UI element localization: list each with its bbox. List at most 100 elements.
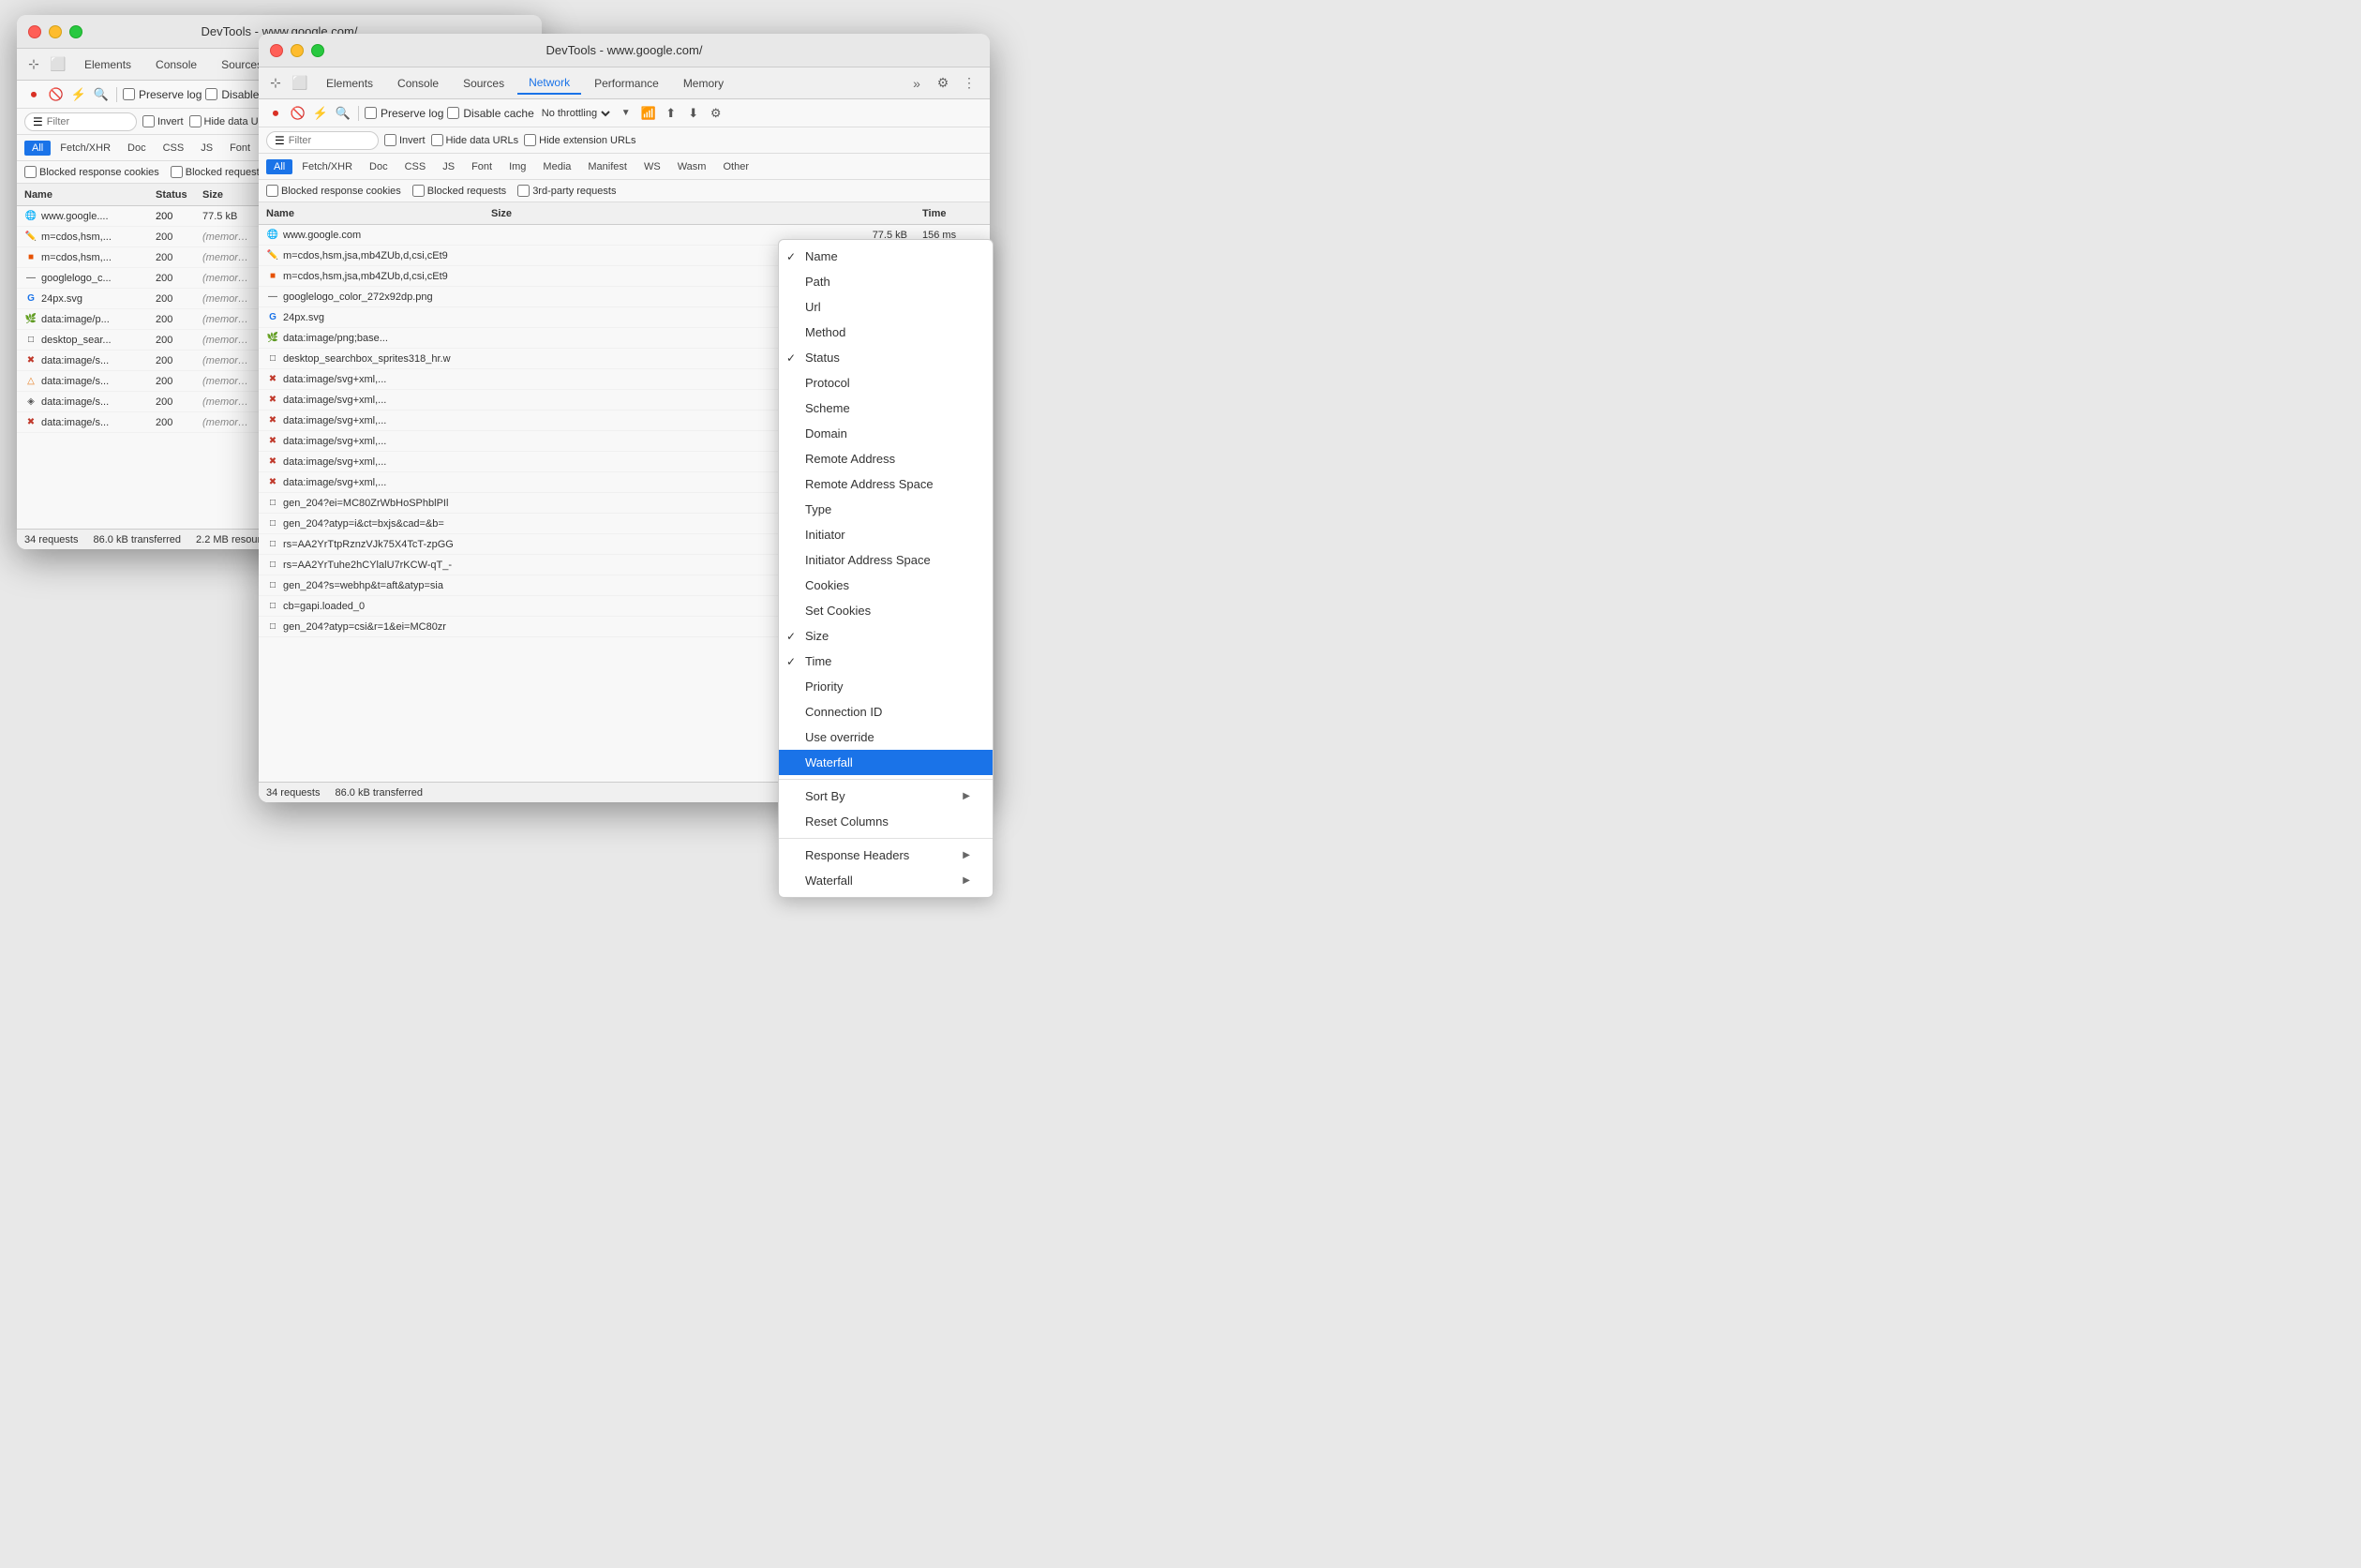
clear-button-1[interactable]: 🚫 [47, 85, 66, 104]
menu-item-name[interactable]: Name [779, 244, 993, 269]
col-header-name-2[interactable]: Name [259, 208, 484, 219]
menu-item-use-override[interactable]: Use override [779, 724, 993, 750]
tab-console-2[interactable]: Console [386, 73, 450, 94]
upload-icon[interactable]: ⬆ [662, 104, 680, 123]
third-party-2[interactable]: 3rd-party requests [517, 185, 616, 197]
pill-all-2[interactable]: All [266, 159, 292, 174]
window-controls-1[interactable] [28, 25, 82, 38]
filter-text-2[interactable] [289, 135, 364, 146]
col-header-size-1[interactable]: Size [195, 189, 261, 201]
disable-cache-checkbox-2[interactable]: Disable cache [447, 107, 533, 120]
menu-item-method[interactable]: Method [779, 320, 993, 345]
pill-font-1[interactable]: Font [222, 141, 258, 156]
minimize-button-2[interactable] [291, 44, 304, 57]
tab-memory-2[interactable]: Memory [672, 73, 735, 94]
record-button-1[interactable]: ⏺ [24, 85, 43, 104]
menu-item-waterfall[interactable]: Waterfall [779, 750, 993, 775]
pill-img-2[interactable]: Img [501, 159, 533, 174]
pill-wasm-2[interactable]: Wasm [670, 159, 714, 174]
menu-item-remote-address[interactable]: Remote Address [779, 446, 993, 471]
col-header-name-1[interactable]: Name [17, 189, 148, 201]
blocked-cookies-2[interactable]: Blocked response cookies [266, 185, 401, 197]
pill-ws-2[interactable]: WS [636, 159, 668, 174]
tab-elements-1[interactable]: Elements [73, 54, 142, 75]
pill-media-2[interactable]: Media [535, 159, 578, 174]
menu-item-scheme[interactable]: Scheme [779, 396, 993, 421]
pill-css-1[interactable]: CSS [156, 141, 192, 156]
wifi-icon[interactable]: 📶 [639, 104, 658, 123]
pill-fetch-1[interactable]: Fetch/XHR [52, 141, 118, 156]
invert-checkbox-1[interactable]: Invert [142, 115, 184, 127]
clear-button-2[interactable]: 🚫 [289, 104, 307, 123]
menu-icon[interactable]: ⋮ [960, 74, 979, 93]
pill-font-2[interactable]: Font [464, 159, 500, 174]
close-button-2[interactable] [270, 44, 283, 57]
menu-item-type[interactable]: Type [779, 497, 993, 522]
menu-item-domain[interactable]: Domain [779, 421, 993, 446]
hide-data-urls-2[interactable]: Hide data URLs [431, 134, 519, 146]
menu-item-status[interactable]: Status [779, 345, 993, 370]
device-icon-1[interactable]: ⬜ [49, 55, 67, 74]
pill-doc-2[interactable]: Doc [362, 159, 396, 174]
menu-item-size[interactable]: Size [779, 623, 993, 649]
col-header-time-2[interactable]: Time [915, 208, 990, 219]
pill-css-2[interactable]: CSS [397, 159, 434, 174]
pill-fetch-2[interactable]: Fetch/XHR [294, 159, 360, 174]
record-button-2[interactable]: ⏺ [266, 104, 285, 123]
close-button-1[interactable] [28, 25, 41, 38]
menu-item-reset-columns[interactable]: Reset Columns [779, 809, 993, 834]
menu-item-remote-address-space[interactable]: Remote Address Space [779, 471, 993, 497]
pill-js-2[interactable]: JS [435, 159, 462, 174]
maximize-button-2[interactable] [311, 44, 324, 57]
menu-item-path[interactable]: Path [779, 269, 993, 294]
menu-item-response-headers[interactable]: Response Headers [779, 843, 993, 868]
tab-console-1[interactable]: Console [144, 54, 208, 75]
menu-item-time[interactable]: Time [779, 649, 993, 674]
filter-input-1[interactable]: ☰ [24, 112, 137, 131]
preserve-log-checkbox-1[interactable]: Preserve log [123, 88, 202, 101]
pill-doc-1[interactable]: Doc [120, 141, 154, 156]
device-icon-2[interactable]: ⬜ [291, 74, 309, 93]
window-controls-2[interactable] [270, 44, 324, 57]
maximize-button-1[interactable] [69, 25, 82, 38]
blocked-cookies-1[interactable]: Blocked response cookies [24, 166, 159, 178]
menu-item-initiator-address-space[interactable]: Initiator Address Space [779, 547, 993, 573]
menu-item-protocol[interactable]: Protocol [779, 370, 993, 396]
filter-button-1[interactable]: ⚡ [69, 85, 88, 104]
throttle-arrow[interactable]: ▼ [617, 104, 635, 123]
col-header-size-2[interactable]: Size [484, 208, 915, 219]
more-tabs-icon[interactable]: » [907, 74, 926, 93]
pill-all-1[interactable]: All [24, 141, 51, 156]
settings-icon[interactable]: ⚙ [934, 74, 952, 93]
minimize-button-1[interactable] [49, 25, 62, 38]
pill-manifest-2[interactable]: Manifest [580, 159, 635, 174]
menu-item-connection-id[interactable]: Connection ID [779, 699, 993, 724]
tab-elements-2[interactable]: Elements [315, 73, 384, 94]
invert-checkbox-2[interactable]: Invert [384, 134, 426, 146]
download-icon[interactable]: ⬇ [684, 104, 703, 123]
search-button-2[interactable]: 🔍 [334, 104, 352, 123]
preserve-log-checkbox-2[interactable]: Preserve log [365, 107, 443, 120]
menu-item-cookies[interactable]: Cookies [779, 573, 993, 598]
tab-network-2[interactable]: Network [517, 72, 581, 95]
filter-button-2[interactable]: ⚡ [311, 104, 330, 123]
menu-item-priority[interactable]: Priority [779, 674, 993, 699]
blocked-requests-1[interactable]: Blocked requests [171, 166, 264, 178]
menu-item-initiator[interactable]: Initiator [779, 522, 993, 547]
menu-item-sort-by[interactable]: Sort By [779, 784, 993, 809]
filter-input-2[interactable]: ☰ [266, 131, 379, 150]
menu-item-set-cookies[interactable]: Set Cookies [779, 598, 993, 623]
settings-gear-2[interactable]: ⚙ [707, 104, 725, 123]
pill-js-1[interactable]: JS [193, 141, 220, 156]
menu-item-url[interactable]: Url [779, 294, 993, 320]
filter-text-1[interactable] [47, 116, 122, 127]
tab-sources-2[interactable]: Sources [452, 73, 516, 94]
blocked-requests-2[interactable]: Blocked requests [412, 185, 506, 197]
inspect-icon-2[interactable]: ⊹ [266, 74, 285, 93]
pill-other-2[interactable]: Other [715, 159, 756, 174]
search-button-1[interactable]: 🔍 [92, 85, 111, 104]
tab-performance-2[interactable]: Performance [583, 73, 670, 94]
throttle-select-2[interactable]: No throttling [538, 107, 613, 120]
inspect-icon-1[interactable]: ⊹ [24, 55, 43, 74]
hide-ext-urls-2[interactable]: Hide extension URLs [524, 134, 635, 146]
